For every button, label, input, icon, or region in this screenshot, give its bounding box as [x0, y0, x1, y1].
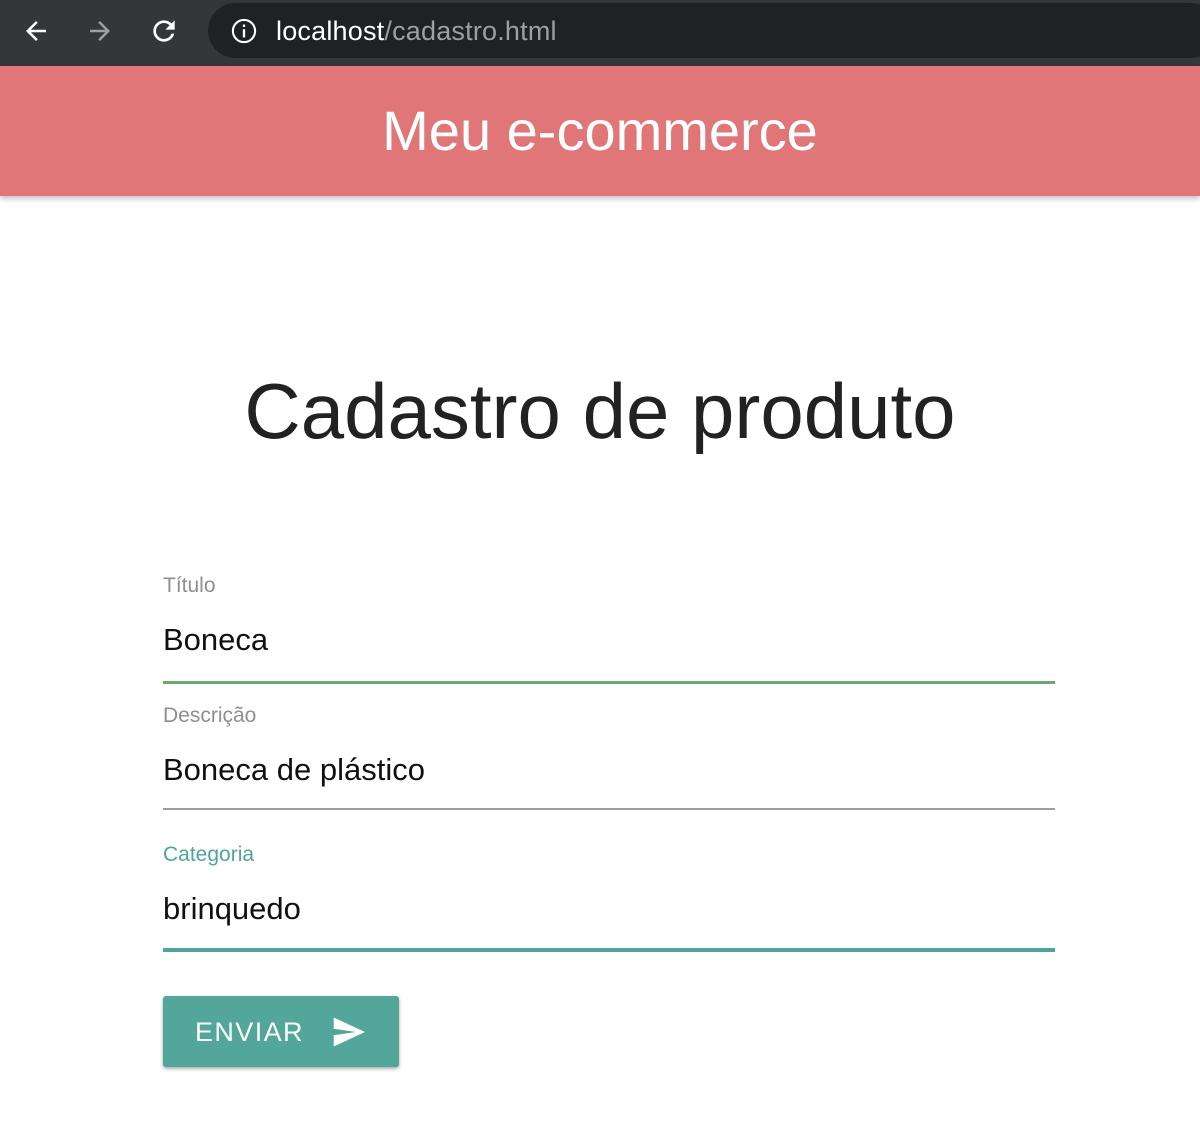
send-icon — [333, 1017, 365, 1047]
titulo-input[interactable] — [163, 620, 1055, 660]
categoria-underline — [163, 948, 1055, 952]
enviar-button[interactable]: ENVIAR — [163, 996, 399, 1067]
app-title: Meu e-commerce — [382, 98, 818, 162]
url-host: localhost — [276, 16, 385, 46]
descricao-input[interactable] — [163, 750, 1055, 790]
categoria-field: Categoria — [163, 841, 1055, 956]
address-bar[interactable]: localhost/cadastro.html — [208, 3, 1200, 58]
reload-button[interactable] — [146, 13, 182, 49]
descricao-label: Descrição — [163, 704, 257, 727]
app-header: Meu e-commerce — [0, 66, 1200, 196]
categoria-label: Categoria — [163, 843, 255, 866]
descricao-field: Descrição — [163, 702, 1055, 812]
arrow-right-icon — [90, 21, 110, 41]
url-text[interactable]: localhost/cadastro.html — [276, 15, 557, 47]
info-icon[interactable] — [230, 17, 258, 45]
url-path: /cadastro.html — [384, 16, 557, 46]
page-title: Cadastro de produto — [244, 367, 956, 455]
titulo-field: Título — [163, 572, 1055, 687]
back-button[interactable] — [18, 13, 54, 49]
reload-icon — [153, 20, 175, 42]
enviar-button-label: ENVIAR — [195, 1017, 304, 1047]
descricao-underline — [163, 808, 1055, 810]
titulo-underline — [163, 681, 1055, 684]
categoria-input[interactable] — [163, 889, 1055, 929]
browser-toolbar: localhost/cadastro.html — [0, 0, 1200, 66]
arrow-left-icon — [26, 21, 46, 41]
forward-button[interactable] — [82, 13, 118, 49]
titulo-label: Título — [163, 574, 216, 597]
